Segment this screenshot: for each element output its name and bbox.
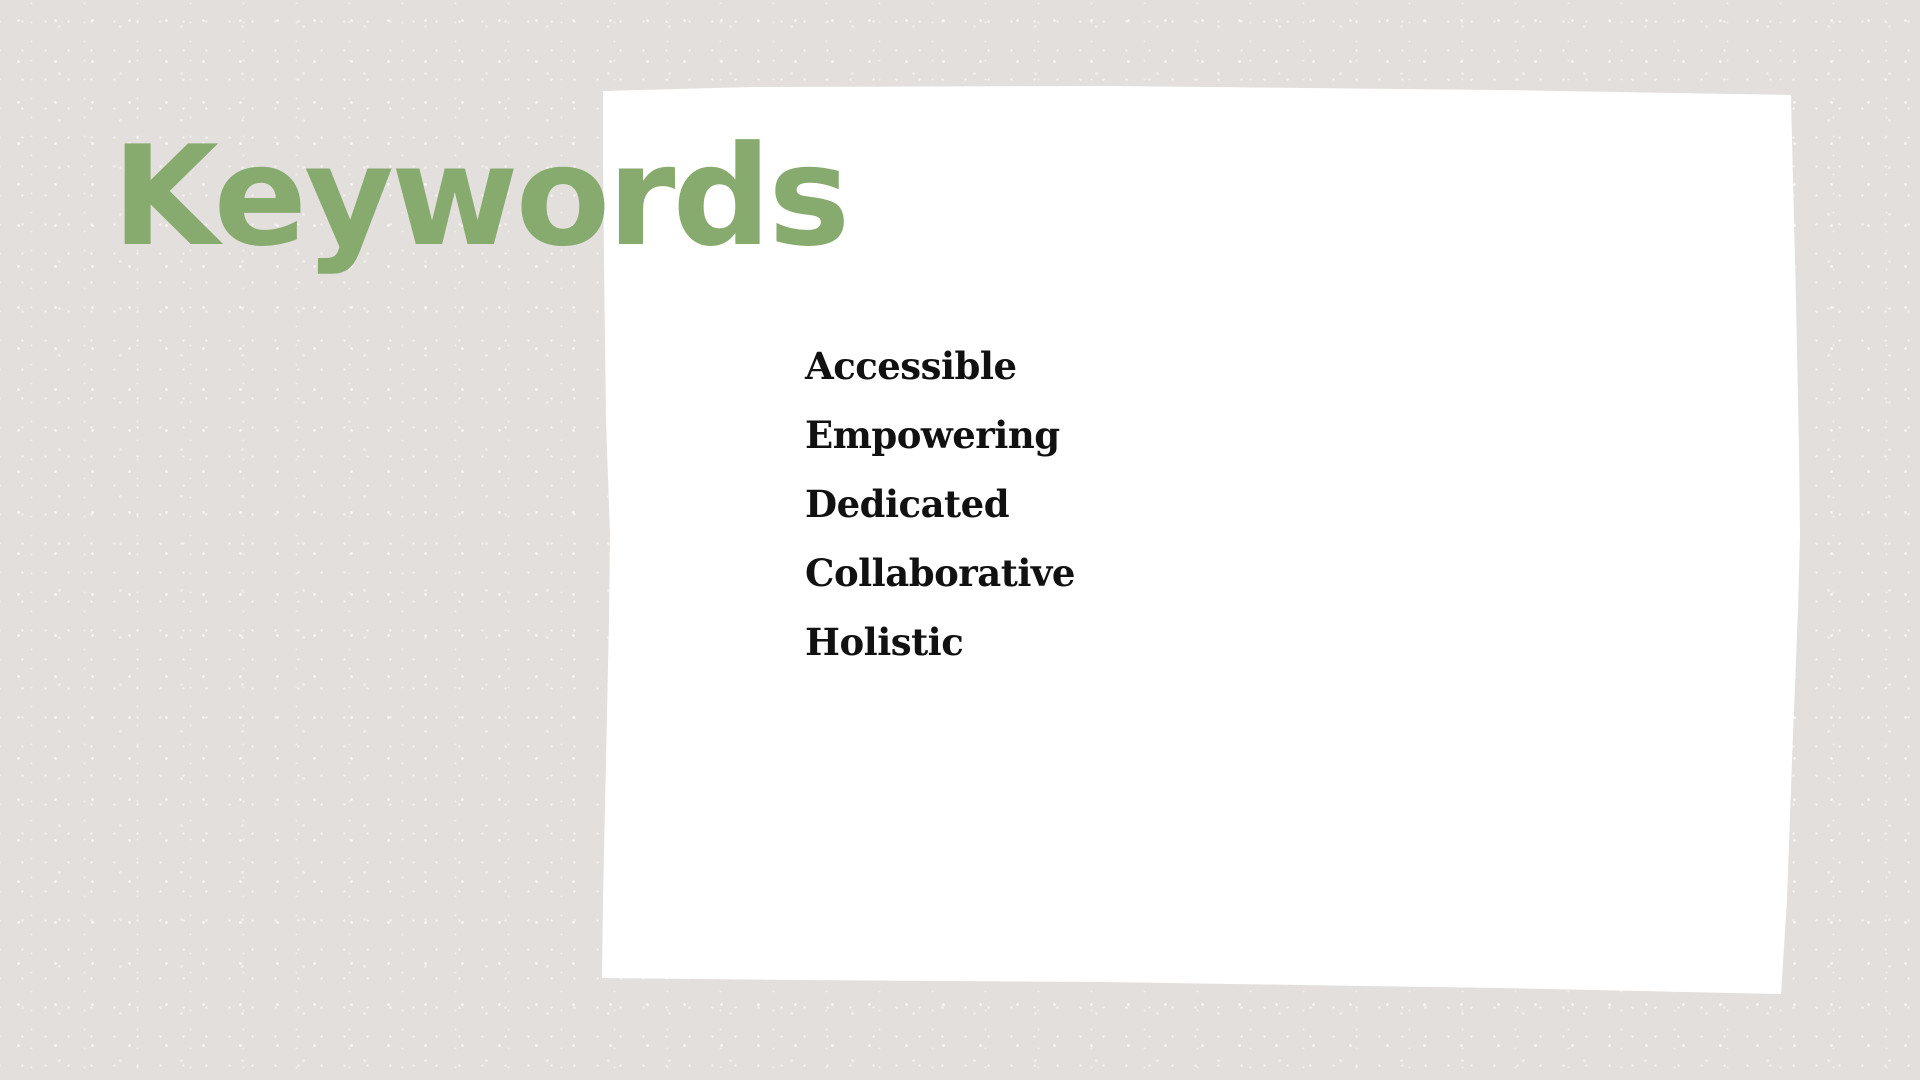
keyword-list: Accessible Empowering Dedicated Collabor… [805, 332, 1075, 677]
page-title: Keywords [112, 116, 850, 277]
keyword-item: Dedicated [805, 482, 1010, 526]
keyword-item: Holistic [805, 620, 964, 664]
keyword-item: Empowering [805, 413, 1060, 457]
keyword-item: Collaborative [805, 551, 1075, 595]
keyword-item: Accessible [805, 344, 1017, 388]
slide: Keywords Accessible Empowering Dedicated… [0, 0, 1920, 1080]
